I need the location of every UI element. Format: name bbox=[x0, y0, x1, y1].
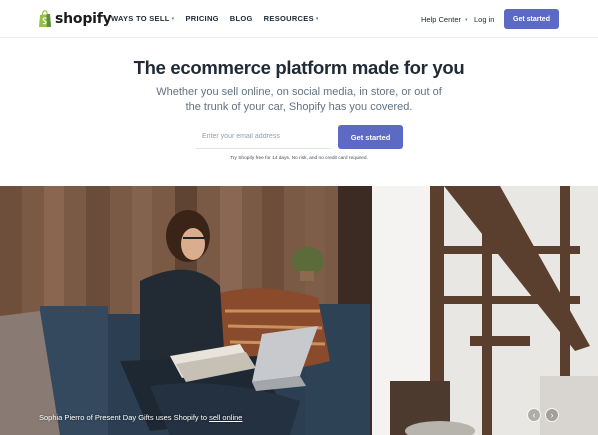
nav-label: BLOG bbox=[229, 14, 253, 23]
shopping-bag-icon bbox=[39, 10, 51, 27]
login-link[interactable]: Log in bbox=[474, 15, 494, 24]
logo-wordmark: shopify bbox=[55, 11, 112, 27]
hero-get-started-button[interactable]: Get started bbox=[338, 125, 403, 149]
help-center-label: Help Center bbox=[421, 15, 462, 24]
chevron-left-icon: ‹ bbox=[532, 409, 536, 420]
previous-slide-button[interactable]: ‹ bbox=[527, 408, 541, 422]
nav-label: WAYS TO SELL bbox=[111, 14, 170, 23]
email-input[interactable] bbox=[196, 125, 331, 149]
main-nav: WAYS TO SELL ▾ PRICING BLOG RESOURCES ▾ bbox=[111, 14, 330, 23]
chevron-down-icon: ▾ bbox=[171, 16, 175, 22]
nav-label: RESOURCES bbox=[263, 14, 314, 23]
free-trial-note: Try Shopify free for 14 days. No risk, a… bbox=[230, 156, 368, 161]
sell-online-link[interactable]: sell online bbox=[209, 413, 242, 422]
merchant-photo-illustration bbox=[0, 186, 598, 435]
next-slide-button[interactable]: › bbox=[545, 408, 559, 422]
hero-photo bbox=[0, 186, 598, 435]
header-get-started-button[interactable]: Get started bbox=[504, 9, 559, 29]
caption-text: Sophia Pierro of Present Day Gifts uses … bbox=[39, 413, 207, 422]
hero-title: The ecommerce platform made for you bbox=[133, 57, 465, 78]
nav-blog[interactable]: BLOG bbox=[230, 14, 253, 23]
shopify-logo[interactable]: shopify bbox=[38, 9, 112, 29]
chevron-down-icon: ▾ bbox=[465, 17, 468, 22]
nav-label: PRICING bbox=[185, 14, 219, 23]
nav-pricing[interactable]: PRICING bbox=[185, 14, 218, 23]
hero-subtitle: Whether you sell online, on social media… bbox=[156, 86, 442, 113]
help-center-link[interactable]: Help Center ▾ bbox=[421, 15, 467, 24]
site-header: shopify WAYS TO SELL ▾ PRICING BLOG RESOU… bbox=[0, 0, 598, 38]
nav-ways-to-sell[interactable]: WAYS TO SELL ▾ bbox=[111, 14, 174, 23]
nav-resources[interactable]: RESOURCES ▾ bbox=[264, 14, 319, 23]
chevron-right-icon: › bbox=[550, 409, 554, 420]
photo-caption: Sophia Pierro of Present Day Gifts uses … bbox=[39, 413, 242, 422]
chevron-down-icon: ▾ bbox=[315, 16, 319, 22]
